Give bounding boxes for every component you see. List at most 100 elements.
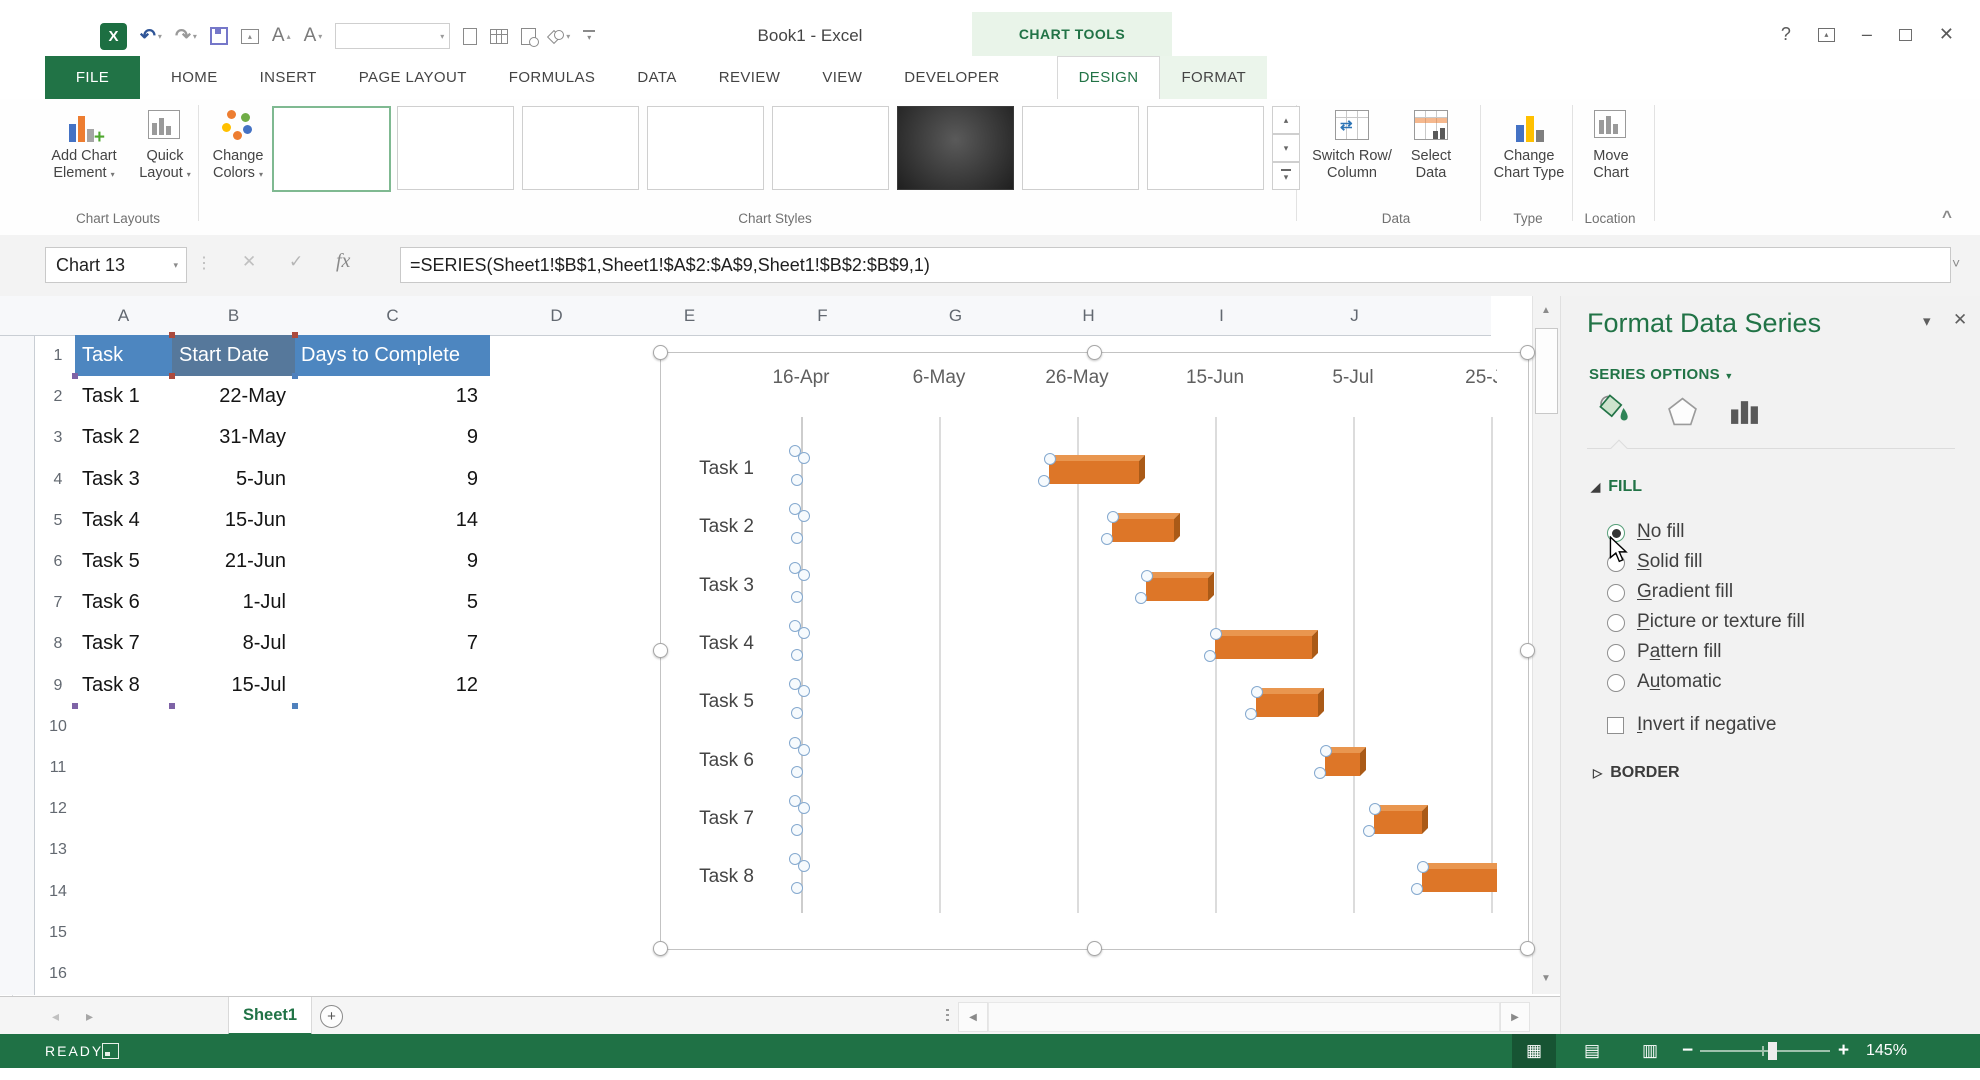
cell-C3[interactable]: 9: [295, 417, 490, 458]
tab-view[interactable]: VIEW: [801, 56, 883, 99]
chart-selection-handle[interactable]: [653, 941, 668, 956]
hidden-series-handle[interactable]: [798, 743, 810, 756]
cell-C8[interactable]: 7: [295, 623, 490, 664]
hidden-series-handle[interactable]: [1100, 533, 1113, 546]
hidden-series-handle[interactable]: [1210, 627, 1222, 640]
normal-view-button[interactable]: ▦: [1512, 1034, 1556, 1068]
row-header-5[interactable]: 5: [41, 500, 75, 541]
zoom-level[interactable]: 145%: [1866, 1034, 1907, 1068]
cell-B7[interactable]: 1-Jul: [172, 582, 295, 623]
hidden-series-handle[interactable]: [1106, 511, 1119, 524]
row-header-14[interactable]: 14: [41, 871, 75, 912]
cell-B9[interactable]: 15-Jul: [172, 665, 295, 706]
cell-A2[interactable]: Task 1: [75, 376, 172, 417]
column-header-D[interactable]: D: [490, 296, 623, 335]
radio-gradient-fill[interactable]: [1607, 584, 1625, 602]
change-colors-button[interactable]: Change Colors ▾: [202, 104, 274, 214]
hscroll-right-icon[interactable]: ▶: [1500, 1002, 1530, 1032]
row-header-6[interactable]: 6: [41, 541, 75, 582]
hidden-series-handle[interactable]: [798, 510, 810, 523]
cell-B6[interactable]: 21-Jun: [172, 541, 295, 582]
name-box-caret-icon[interactable]: ▾: [173, 260, 186, 271]
option-label-pattern-fill[interactable]: Pattern fill: [1637, 641, 1722, 663]
print-preview-button[interactable]: [521, 27, 540, 47]
hidden-series-handle[interactable]: [1362, 824, 1375, 837]
chart-style-thumbnail-1[interactable]: [272, 106, 391, 192]
scrollbar-splitter-handle[interactable]: [946, 1009, 949, 1023]
gantt-bar-task-5[interactable]: [1256, 694, 1319, 718]
radio-automatic[interactable]: [1607, 674, 1625, 692]
checkbox-invert-if-negative[interactable]: [1607, 717, 1624, 734]
row-header-11[interactable]: 11: [41, 747, 75, 788]
chart-selection-handle[interactable]: [653, 643, 668, 658]
radio-picture-or-texture-fill[interactable]: [1607, 614, 1625, 632]
qat-customize-button[interactable]: ▾: [583, 30, 596, 42]
cell-C5[interactable]: 14: [295, 500, 490, 541]
new-sheet-button[interactable]: +: [320, 1005, 343, 1028]
radio-pattern-fill[interactable]: [1607, 644, 1625, 662]
series-name-range-B1-handle[interactable]: [169, 332, 175, 338]
chart-selection-handle[interactable]: [1520, 941, 1535, 956]
tab-data[interactable]: DATA: [616, 56, 697, 99]
undo-button[interactable]: ↶ ▾: [140, 25, 162, 48]
hidden-series-handle[interactable]: [1320, 744, 1333, 757]
move-chart-button[interactable]: Move Chart: [1580, 104, 1642, 214]
cell-B8[interactable]: 8-Jul: [172, 623, 295, 664]
pane-collapse-icon[interactable]: ▾: [1923, 312, 1931, 330]
series-options-selector[interactable]: SERIES OPTIONS ▼: [1589, 366, 1734, 383]
tab-developer[interactable]: DEVELOPER: [883, 56, 1020, 99]
effects-pentagon-icon[interactable]: [1667, 396, 1698, 432]
cell-A4[interactable]: Task 3: [75, 459, 172, 500]
column-header-B[interactable]: B: [172, 296, 295, 335]
sheet-nav-right-icon[interactable]: ▸: [86, 997, 93, 1035]
series-name-range-B1-handle[interactable]: [292, 332, 298, 338]
chart-selection-handle[interactable]: [1086, 941, 1102, 956]
gantt-bar-task-4[interactable]: [1215, 635, 1312, 659]
row-header-8[interactable]: 8: [41, 623, 75, 664]
ribbon-collapse-icon[interactable]: ^: [1942, 207, 1952, 227]
cell-C9[interactable]: 12: [295, 665, 490, 706]
chart-style-thumbnail-3[interactable]: [522, 106, 639, 190]
cell-C1[interactable]: Days to Complete: [295, 335, 490, 377]
zoom-out-button[interactable]: −: [1682, 1034, 1693, 1068]
option-label-automatic[interactable]: Automatic: [1637, 671, 1722, 693]
hidden-series-handle[interactable]: [1368, 802, 1381, 815]
hidden-series-handle[interactable]: [791, 590, 803, 603]
column-header-F[interactable]: F: [756, 296, 889, 335]
chart-selection-handle[interactable]: [1520, 643, 1535, 658]
hidden-series-handle[interactable]: [798, 626, 810, 639]
cell-A8[interactable]: Task 7: [75, 623, 172, 664]
gantt-bar-task-2[interactable]: [1111, 519, 1174, 543]
formula-input[interactable]: =SERIES(Sheet1!$B$1,Sheet1!$A$2:$A$9,She…: [400, 247, 1951, 283]
row-header-12[interactable]: 12: [41, 788, 75, 829]
fill-section-header[interactable]: ◢ FILL: [1591, 478, 1642, 496]
series-options-icon[interactable]: [1729, 397, 1760, 431]
values-range-B2-B9-handle[interactable]: [292, 702, 298, 709]
row-header-13[interactable]: 13: [41, 829, 75, 870]
column-header-I[interactable]: I: [1155, 296, 1288, 335]
category-range-A2-A9-handle[interactable]: [72, 702, 78, 709]
zoom-in-button[interactable]: +: [1838, 1034, 1849, 1068]
cell-A3[interactable]: Task 2: [75, 417, 172, 458]
tab-design[interactable]: DESIGN: [1056, 56, 1161, 100]
cell-B1[interactable]: Start Date: [172, 335, 295, 377]
border-section-header[interactable]: ▷ BORDER: [1593, 764, 1680, 782]
minimize-button[interactable]: –: [1862, 24, 1872, 45]
row-header-3[interactable]: 3: [41, 417, 75, 458]
tab-insert[interactable]: INSERT: [239, 56, 338, 99]
gantt-bar-task-7[interactable]: [1373, 810, 1422, 834]
cell-B2[interactable]: 22-May: [172, 376, 295, 417]
chart-style-thumbnail-4[interactable]: [647, 106, 764, 190]
column-header-A[interactable]: A: [75, 296, 172, 335]
row-header-1[interactable]: 1: [41, 335, 75, 376]
hidden-series-handle[interactable]: [791, 474, 803, 486]
touch-mode-button[interactable]: ▴: [240, 28, 259, 44]
cell-A9[interactable]: Task 8: [75, 665, 172, 706]
page-layout-view-button[interactable]: ▤: [1570, 1034, 1614, 1068]
cell-A6[interactable]: Task 5: [75, 541, 172, 582]
gantt-chart[interactable]: 16-Apr 6-May 26-May 15-Jun 5-Jul 25-Jul Task 1…: [653, 345, 1535, 956]
row-header-2[interactable]: 2: [41, 376, 75, 417]
hidden-series-handle[interactable]: [791, 882, 803, 895]
chart-style-thumbnail-2[interactable]: [397, 106, 514, 190]
series-name-range-B1-handle[interactable]: [169, 373, 175, 380]
